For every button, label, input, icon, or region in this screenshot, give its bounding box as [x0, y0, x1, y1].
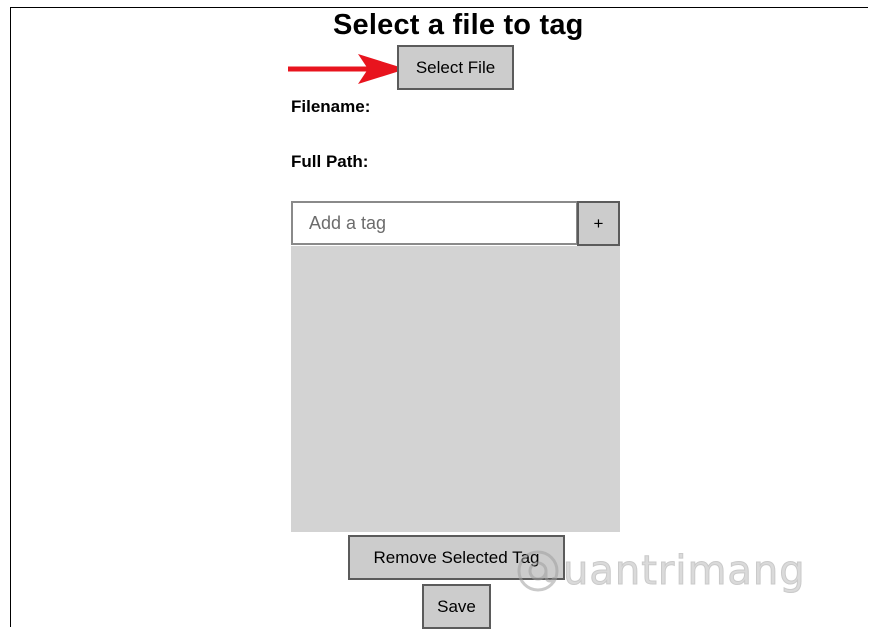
- remove-selected-tag-button[interactable]: Remove Selected Tag: [348, 535, 565, 580]
- select-file-button[interactable]: Select File: [397, 45, 514, 90]
- red-arrow-annotation: [288, 54, 406, 84]
- add-tag-button[interactable]: +: [577, 201, 620, 246]
- page-title: Select a file to tag: [333, 9, 584, 41]
- filename-label: Filename:: [291, 97, 371, 116]
- full-path-label: Full Path:: [291, 152, 369, 171]
- tag-input[interactable]: [291, 201, 578, 245]
- save-button[interactable]: Save: [422, 584, 491, 629]
- tag-list[interactable]: [291, 246, 620, 532]
